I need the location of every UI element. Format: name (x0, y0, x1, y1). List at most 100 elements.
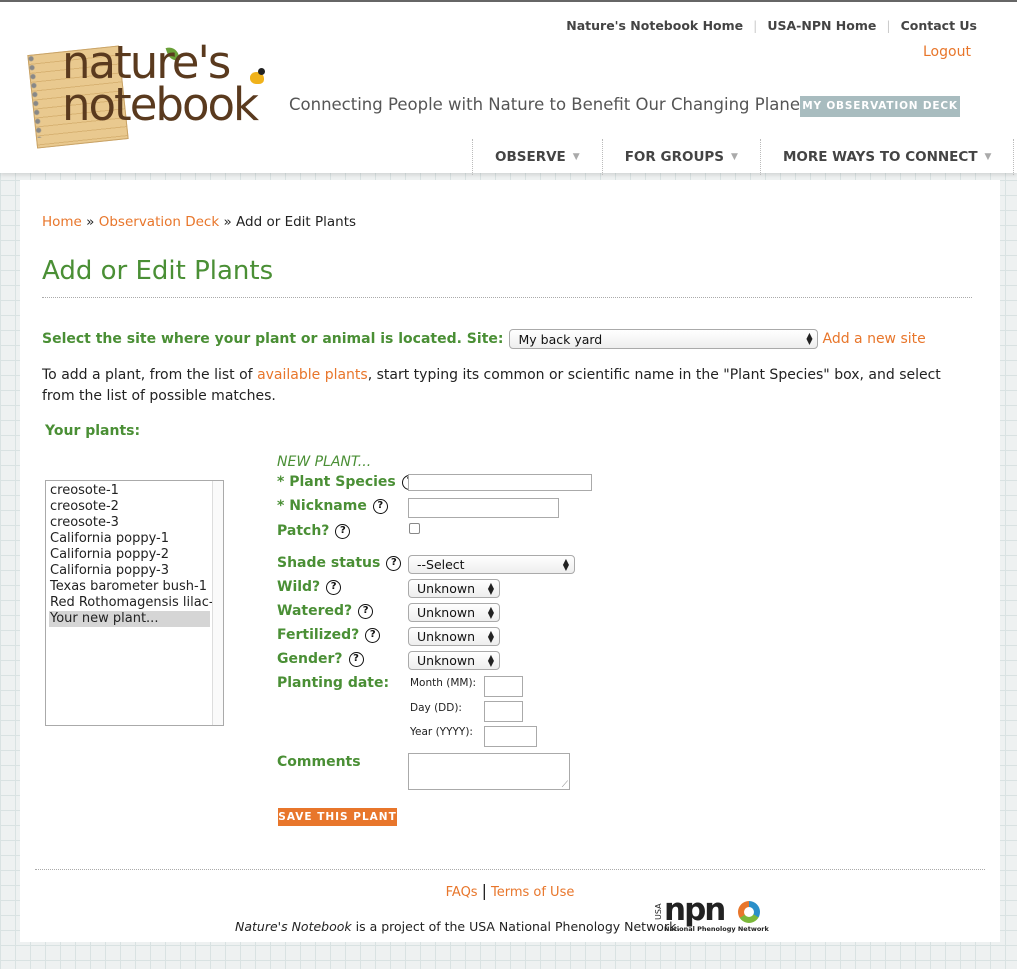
natures-notebook-logo[interactable]: nature's notebook (23, 40, 283, 149)
list-item[interactable]: Texas barometer bush-1 (49, 579, 210, 595)
select-arrows-icon: ▲ ▼ (487, 652, 494, 668)
day-input[interactable] (484, 701, 523, 722)
comments-textarea[interactable] (408, 753, 570, 790)
wild-label: Wild? ? (277, 579, 342, 595)
breadcrumb-observation-deck[interactable]: Observation Deck (99, 214, 219, 230)
instructions: To add a plant, from the list of availab… (42, 365, 977, 407)
list-item[interactable]: creosote-1 (49, 483, 210, 499)
terms-of-use-link[interactable]: Terms of Use (491, 885, 574, 900)
comments-label-text: Comments (277, 754, 361, 770)
breadcrumb-home[interactable]: Home (42, 214, 82, 230)
nav-more-ways[interactable]: MORE WAYS TO CONNECT ▼ (759, 139, 1015, 175)
help-icon[interactable]: ? (326, 579, 342, 595)
usa-npn-home-link[interactable]: USA-NPN Home (767, 18, 876, 33)
npn-usa-text: USA (654, 903, 663, 920)
help-icon[interactable]: ? (348, 651, 364, 667)
select-arrows-icon: ▲ ▼ (806, 331, 813, 346)
plant-list[interactable]: creosote-1 creosote-2 creosote-3 Califor… (45, 480, 224, 726)
shade-status-label: Shade status ? (277, 555, 402, 571)
comments-label: Comments (277, 754, 361, 770)
plant-species-input[interactable] (408, 474, 592, 491)
npn-wordmark: npn (664, 892, 726, 928)
natures-notebook-home-link[interactable]: Nature's Notebook Home (566, 18, 743, 33)
shade-status-label-text: Shade status (277, 555, 381, 571)
npn-subtitle: National Phenology Network (664, 925, 769, 933)
breadcrumb: Home » Observation Deck » Add or Edit Pl… (42, 214, 356, 230)
logo-wordmark: nature's notebook (62, 40, 259, 127)
nav-for-groups[interactable]: FOR GROUPS ▼ (601, 139, 760, 175)
watered-label: Watered? ? (277, 603, 374, 619)
tagline: Connecting People with Nature to Benefit… (289, 95, 807, 114)
month-input[interactable] (484, 676, 523, 697)
plant-species-label-text: * Plant Species (277, 474, 396, 490)
available-plants-link[interactable]: available plants (257, 367, 368, 383)
site-header: Nature's Notebook Home | USA-NPN Home | … (0, 0, 1017, 175)
caret-down-icon: ▼ (984, 152, 992, 162)
new-plant-heading: NEW PLANT... (277, 454, 372, 470)
list-item[interactable]: creosote-3 (49, 515, 210, 531)
new-plant-form: NEW PLANT... * Plant Species ? * Nicknam… (277, 452, 597, 832)
add-new-site-link[interactable]: Add a new site (822, 331, 925, 347)
logout-link[interactable]: Logout (923, 44, 971, 60)
site-select-value: My back yard (518, 331, 603, 347)
planting-date-label-text: Planting date: (277, 675, 390, 691)
site-select[interactable]: My back yard ▲ ▼ (509, 329, 819, 349)
your-plants-label: Your plants: (45, 423, 141, 439)
divider: | (753, 18, 758, 33)
gender-label: Gender? ? (277, 651, 364, 667)
wild-select[interactable]: Unknown ▲ ▼ (408, 579, 500, 598)
gender-value: Unknown (417, 653, 476, 668)
watered-value: Unknown (417, 605, 476, 620)
breadcrumb-current: Add or Edit Plants (236, 214, 357, 230)
help-icon[interactable]: ? (372, 498, 388, 514)
shade-status-select[interactable]: --Select ▲ ▼ (408, 555, 575, 574)
nickname-label: * Nickname ? (277, 498, 388, 514)
site-label: Select the site where your plant or anim… (42, 331, 504, 347)
caret-down-icon: ▼ (731, 152, 738, 162)
fertilized-value: Unknown (417, 629, 476, 644)
nickname-input[interactable] (408, 498, 559, 518)
watered-label-text: Watered? (277, 603, 353, 619)
year-label: Year (YYYY): (410, 726, 473, 738)
month-label: Month (MM): (410, 677, 477, 689)
list-scrollbar[interactable] (212, 481, 223, 725)
list-item-selected[interactable]: Your new plant... (49, 611, 210, 627)
help-icon[interactable]: ? (386, 555, 402, 571)
year-input[interactable] (484, 726, 537, 747)
save-plant-button[interactable]: SAVE THIS PLANT (278, 808, 397, 826)
help-icon[interactable]: ? (335, 523, 351, 539)
footer-divider (35, 869, 985, 870)
bird-icon (250, 68, 265, 84)
select-arrows-icon: ▲ ▼ (487, 580, 494, 596)
footer-credit-italic: Nature's Notebook (235, 919, 352, 934)
wild-label-text: Wild? (277, 579, 321, 595)
main-content: Home » Observation Deck » Add or Edit Pl… (20, 180, 1000, 942)
fertilized-select[interactable]: Unknown ▲ ▼ (408, 627, 500, 646)
instructions-text-1: To add a plant, from the list of (42, 367, 258, 383)
caret-down-icon: ▼ (572, 152, 580, 162)
help-icon[interactable]: ? (358, 603, 374, 619)
faqs-link[interactable]: FAQs (446, 885, 478, 900)
select-arrows-icon: ▲ ▼ (487, 604, 494, 620)
select-arrows-icon: ▲ ▼ (562, 556, 569, 572)
gender-select[interactable]: Unknown ▲ ▼ (408, 651, 500, 670)
list-item[interactable]: Red Rothomagensis lilac-1 (49, 595, 222, 611)
nav-for-groups-label: FOR GROUPS (624, 149, 725, 165)
help-icon[interactable]: ? (365, 627, 381, 643)
npn-logo[interactable]: USA npn National Phenology Network (654, 892, 769, 936)
planting-date-label: Planting date: (277, 675, 389, 691)
watered-select[interactable]: Unknown ▲ ▼ (408, 603, 500, 622)
list-item[interactable]: creosote-2 (49, 499, 210, 515)
my-observation-deck-button[interactable]: MY OBSERVATION DECK (800, 96, 960, 117)
patch-label-text: Patch? (277, 523, 330, 539)
list-item[interactable]: California poppy-2 (49, 547, 210, 563)
list-item[interactable]: California poppy-1 (49, 531, 210, 547)
footer-credit: Nature's Notebook is a project of the US… (235, 919, 680, 934)
contact-us-link[interactable]: Contact Us (901, 18, 977, 33)
footer-links: FAQs | Terms of Use (20, 881, 1000, 900)
shade-status-value: --Select (417, 557, 465, 572)
nav-observe-label: OBSERVE (495, 149, 566, 165)
nav-observe[interactable]: OBSERVE ▼ (472, 139, 602, 175)
list-item[interactable]: California poppy-3 (49, 563, 210, 579)
patch-checkbox[interactable] (409, 523, 420, 534)
